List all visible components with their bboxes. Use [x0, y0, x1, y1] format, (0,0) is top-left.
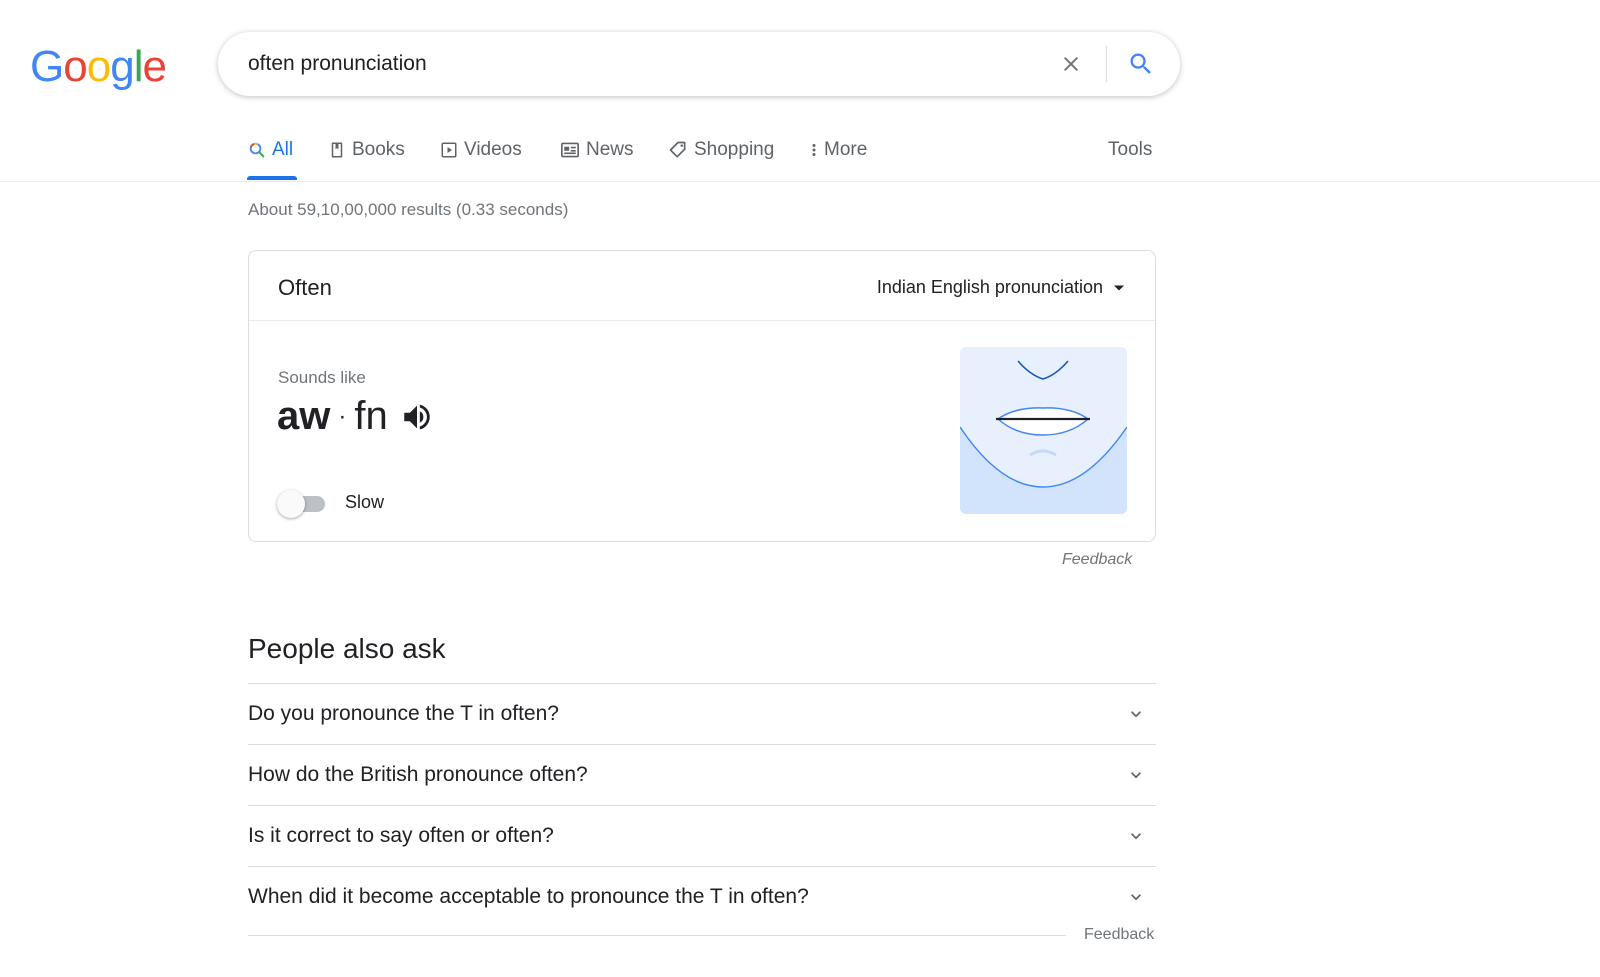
logo-letter: o — [63, 42, 88, 91]
clear-search-button[interactable] — [1055, 48, 1087, 80]
paa-question-4[interactable]: When did it become acceptable to pronoun… — [248, 866, 1156, 927]
paa-question-text: How do the British pronounce often? — [248, 763, 588, 786]
tools-label: Tools — [1108, 139, 1153, 160]
dialect-label: Indian English pronunciation — [876, 277, 1103, 297]
search-icon — [1130, 53, 1151, 74]
search-input[interactable] — [248, 32, 1028, 96]
search-box — [218, 32, 1180, 96]
active-tab-indicator — [247, 176, 297, 180]
dropdown-arrow-icon — [1114, 285, 1124, 290]
tag-icon — [669, 141, 686, 158]
paa-question-3[interactable]: Is it correct to say often or often? — [248, 805, 1156, 866]
tab-label: Books — [352, 139, 405, 160]
tab-label: All — [272, 139, 294, 160]
chevron-down-icon — [1131, 894, 1141, 901]
video-icon — [441, 142, 457, 158]
mouth-illustration — [960, 360, 1127, 514]
toggle-knob — [277, 490, 305, 518]
mouth-animation — [960, 347, 1127, 514]
slow-label: Slow — [345, 492, 385, 512]
paa-question-text: Do you pronounce the T in often? — [248, 702, 559, 725]
tab-shopping[interactable]: Shopping — [668, 136, 774, 164]
more-vert-icon — [812, 144, 816, 156]
play-audio-button[interactable] — [400, 399, 436, 435]
feedback-link[interactable]: Feedback — [1062, 551, 1132, 569]
card-header: Often Indian English pronunciation — [249, 251, 1155, 321]
tools-button[interactable]: Tools — [1108, 136, 1152, 164]
sounds-like-label: Sounds like — [278, 368, 366, 387]
people-also-ask-list: Do you pronounce the T in often? How do … — [248, 683, 1156, 927]
phonetic-spelling: aw · fn — [277, 394, 436, 439]
book-icon — [331, 142, 343, 158]
paa-question-2[interactable]: How do the British pronounce often? — [248, 744, 1156, 805]
tabs-divider — [0, 181, 1600, 182]
logo-letter: g — [110, 42, 135, 91]
logo-letter: o — [86, 42, 112, 91]
search-button[interactable] — [1123, 46, 1159, 82]
tab-label: Videos — [464, 139, 522, 160]
result-stats: About 59,10,00,000 results (0.33 seconds… — [248, 200, 569, 219]
tab-label: News — [586, 139, 634, 160]
logo-letter: l — [133, 42, 144, 91]
paa-feedback-link[interactable]: Feedback — [1084, 926, 1154, 944]
syllable-separator: · — [338, 402, 347, 430]
stressed-syllable: aw — [277, 394, 331, 438]
slow-toggle[interactable] — [277, 488, 331, 518]
news-icon — [561, 142, 579, 158]
tab-more[interactable]: More — [810, 136, 867, 164]
tab-all[interactable]: All — [248, 136, 293, 164]
pronunciation-word: Often — [278, 275, 332, 300]
google-logo[interactable]: Google — [30, 42, 167, 91]
chevron-down-icon — [1131, 833, 1141, 840]
tab-videos[interactable]: Videos — [440, 136, 522, 164]
logo-letter: e — [142, 42, 167, 91]
close-icon — [1064, 57, 1078, 71]
tab-books[interactable]: Books — [328, 136, 405, 164]
tab-news[interactable]: News — [560, 136, 634, 164]
people-also-ask-title: People also ask — [248, 633, 446, 664]
tab-label: Shopping — [694, 139, 775, 160]
dialect-dropdown[interactable]: Indian English pronunciation — [877, 277, 1125, 298]
speaker-icon — [403, 404, 430, 429]
chevron-down-icon — [1131, 772, 1141, 779]
chevron-down-icon — [1131, 711, 1141, 718]
paa-question-text: Is it correct to say often or often? — [248, 824, 554, 847]
syllable: fn — [354, 394, 388, 438]
paa-question-1[interactable]: Do you pronounce the T in often? — [248, 683, 1156, 744]
search-divider — [1106, 46, 1107, 82]
paa-bottom-divider — [248, 935, 1066, 936]
logo-letter: G — [30, 42, 64, 91]
search-tabs: All Books Videos News Shopping More Tool… — [247, 130, 1158, 182]
paa-question-text: When did it become acceptable to pronoun… — [248, 885, 809, 908]
tab-label: More — [824, 139, 868, 160]
pronunciation-card: Often Indian English pronunciation Sound… — [248, 250, 1156, 542]
search-icon — [249, 142, 265, 158]
